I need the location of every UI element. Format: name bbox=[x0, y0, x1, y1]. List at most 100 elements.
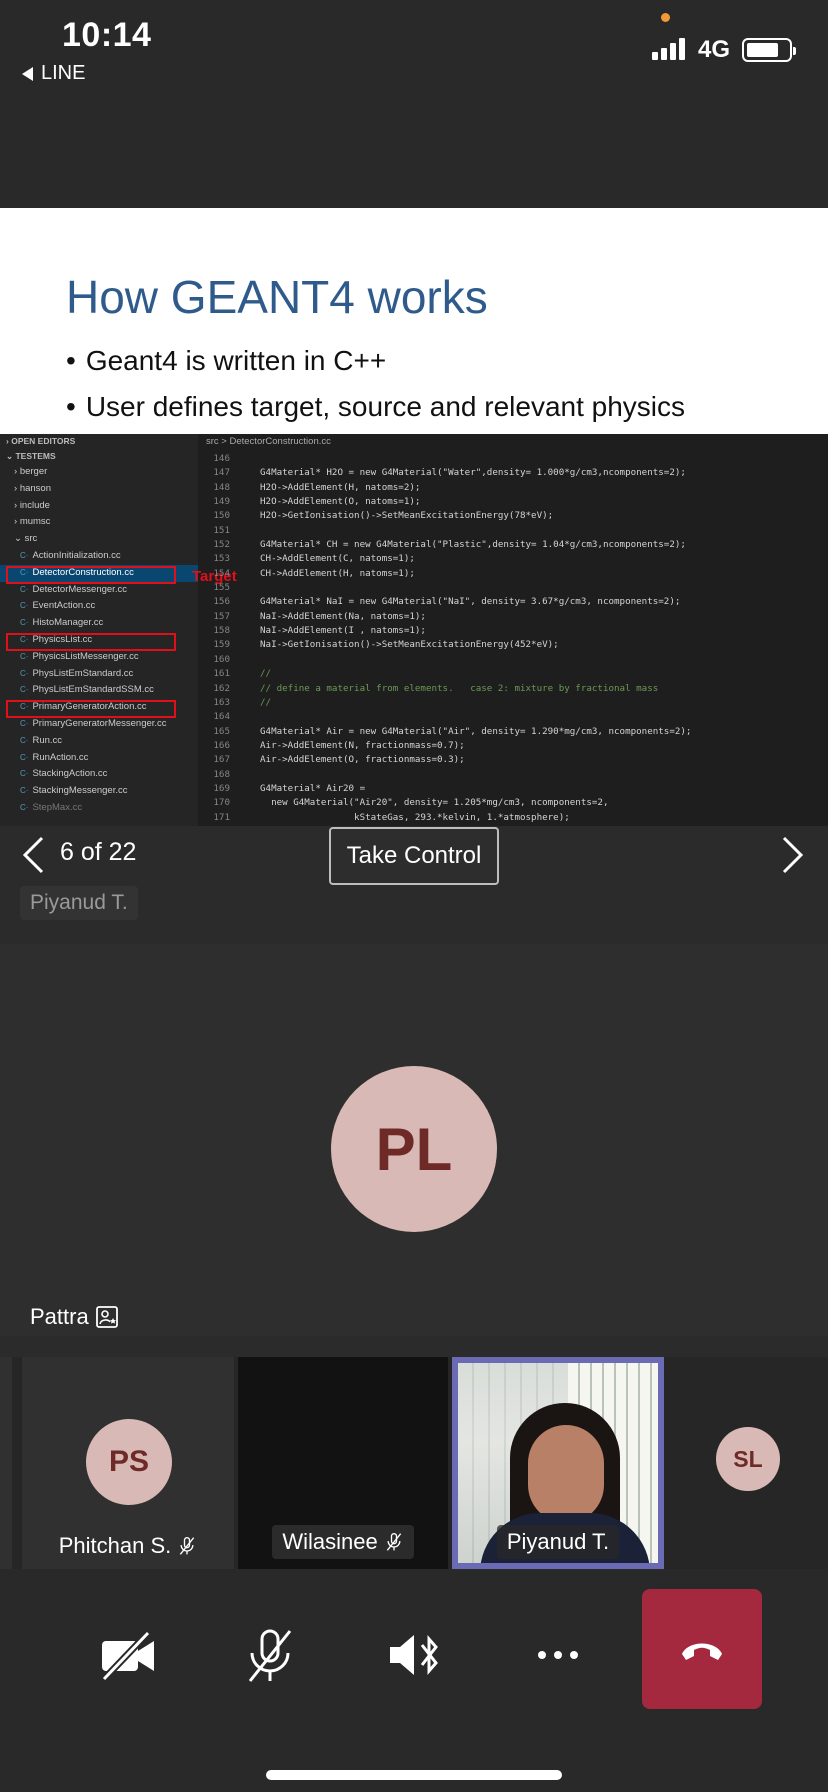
line-number: 167 bbox=[213, 754, 230, 766]
file-item: C· PrimaryGeneratorMessenger.cc bbox=[20, 717, 167, 729]
code-line: 169 G4Material* Air20 = bbox=[198, 782, 828, 796]
code-line: 168 bbox=[198, 768, 828, 782]
code-line: 161 // bbox=[198, 667, 828, 681]
line-number: 160 bbox=[213, 653, 230, 665]
participant-tile[interactable]: SL bbox=[668, 1357, 828, 1569]
folder-item: › mumsc bbox=[14, 516, 51, 528]
code-text: kStateGas, 293.*kelvin, 1.*atmosphere); bbox=[260, 811, 570, 823]
participant-tile[interactable]: Wilasinee bbox=[238, 1357, 448, 1569]
code-line: 151 bbox=[198, 524, 828, 538]
clock: 10:14 bbox=[62, 16, 152, 54]
line-number: 156 bbox=[213, 596, 230, 608]
line-number: 162 bbox=[213, 682, 230, 694]
avatar: SL bbox=[716, 1427, 780, 1491]
code-text: NaI->AddElement(I , natoms=1); bbox=[260, 625, 426, 637]
code-text: // define a material from elements. case… bbox=[260, 682, 659, 694]
code-line: 155 bbox=[198, 581, 828, 595]
code-view: 146 147 G4Material* H2O = new G4Material("… bbox=[198, 452, 828, 825]
line-number: 153 bbox=[213, 553, 230, 565]
line-number: 161 bbox=[213, 668, 230, 680]
code-line: 148 H2O->AddElement(H, natoms=2); bbox=[198, 481, 828, 495]
cellular-signal-icon bbox=[652, 38, 685, 60]
shared-slide: How GEANT4 works Geant4 is written in C+… bbox=[0, 208, 828, 434]
code-line: 147 G4Material* H2O = new G4Material("Wat… bbox=[198, 466, 828, 480]
line-number: 152 bbox=[213, 539, 230, 551]
home-indicator[interactable] bbox=[266, 1770, 562, 1780]
code-line: 150 H2O->GetIonisation()->SetMeanExcitati… bbox=[198, 509, 828, 523]
hangup-icon bbox=[682, 1643, 722, 1660]
code-line: 163 // bbox=[198, 696, 828, 710]
file-item: C· PhysicsListMessenger.cc bbox=[20, 650, 139, 662]
file-item: C· PhysListEmStandard.cc bbox=[20, 667, 134, 679]
back-to-app-link[interactable]: LINE bbox=[22, 62, 85, 85]
participant-tile-active[interactable]: Piyanud T. bbox=[452, 1357, 664, 1569]
line-number: 166 bbox=[213, 739, 230, 751]
file-item: C· Run.cc bbox=[20, 734, 63, 746]
line-number: 165 bbox=[213, 725, 230, 737]
code-line: 170 new G4Material("Air20", density= 1.2… bbox=[198, 796, 828, 810]
file-item: C· HistoManager.cc bbox=[20, 617, 104, 629]
file-item: C· StackingAction.cc bbox=[20, 768, 108, 780]
battery-icon bbox=[742, 38, 796, 62]
code-text: // bbox=[260, 696, 272, 708]
take-control-button[interactable]: Take Control bbox=[329, 827, 499, 885]
code-text: Air->AddElement(N, fractionmass=0.7); bbox=[260, 739, 465, 751]
file-item: C· RunAction.cc bbox=[20, 751, 89, 763]
participant-name: Piyanud T. bbox=[452, 1525, 664, 1559]
file-item: C· EventAction.cc bbox=[20, 600, 96, 612]
line-number: 164 bbox=[213, 711, 230, 723]
chevron-left-icon bbox=[22, 836, 44, 874]
code-line: 146 bbox=[198, 452, 828, 466]
camera-toggle-button[interactable] bbox=[98, 1625, 158, 1685]
participant-tile[interactable]: PS Phitchan S. bbox=[22, 1357, 234, 1569]
file-item: C· PhysicsList.cc bbox=[0, 632, 198, 651]
speaker-bluetooth-icon bbox=[390, 1635, 438, 1675]
audio-output-button[interactable] bbox=[384, 1625, 444, 1685]
code-line: 166 Air->AddElement(N, fractionmass=0.7); bbox=[198, 739, 828, 753]
code-line: 159 NaI->GetIonisation()->SetMeanExcitati… bbox=[198, 638, 828, 652]
line-number: 150 bbox=[213, 510, 230, 522]
network-type: 4G bbox=[698, 36, 731, 63]
line-number: 158 bbox=[213, 625, 230, 637]
line-number: 147 bbox=[213, 467, 230, 479]
code-line: 165 G4Material* Air = new G4Material("Air… bbox=[198, 725, 828, 739]
participant-name: Phitchan S. bbox=[22, 1533, 234, 1559]
back-arrow-icon bbox=[22, 66, 33, 81]
file-item: C· StepMax.cc bbox=[20, 801, 83, 813]
file-item: C· ActionInitialization.cc bbox=[20, 549, 121, 561]
code-line: 156 G4Material* NaI = new G4Material("NaI… bbox=[198, 595, 828, 609]
mic-off-icon bbox=[248, 1629, 292, 1682]
code-line: 158 NaI->AddElement(I , natoms=1); bbox=[198, 624, 828, 638]
file-item: C· PrimaryGeneratorAction.cc bbox=[0, 699, 198, 718]
code-text: Air->AddElement(O, fractionmass=0.3); bbox=[260, 754, 465, 766]
status-bar: 10:14 LINE 4G bbox=[0, 0, 828, 208]
mic-in-use-indicator bbox=[661, 13, 670, 22]
previous-slide-button[interactable] bbox=[22, 836, 44, 874]
line-number: 171 bbox=[213, 811, 230, 823]
code-text: CH->AddElement(H, natoms=1); bbox=[260, 567, 415, 579]
more-options-button[interactable] bbox=[528, 1625, 588, 1685]
main-participant-tile[interactable]: PL Pattra bbox=[0, 944, 828, 1336]
hang-up-button[interactable] bbox=[642, 1589, 762, 1709]
next-slide-button[interactable] bbox=[782, 836, 804, 874]
slide-title: How GEANT4 works bbox=[66, 271, 488, 323]
code-text: G4Material* Air20 = bbox=[260, 782, 366, 794]
folder-item: › berger bbox=[14, 466, 48, 477]
line-number: 155 bbox=[213, 582, 230, 594]
file-item: C· PhysListEmStandardSSM.cc bbox=[20, 684, 154, 696]
code-text: NaI->GetIonisation()->SetMeanExcitationE… bbox=[260, 639, 559, 651]
code-text: // bbox=[260, 668, 272, 680]
code-text: CH->AddElement(C, natoms=1); bbox=[260, 553, 415, 565]
avatar: PL bbox=[331, 1066, 497, 1232]
spotlight-icon bbox=[95, 1306, 118, 1328]
code-line: 153 CH->AddElement(C, natoms=1); bbox=[198, 552, 828, 566]
code-text: new G4Material("Air20", density= 1.205*m… bbox=[260, 797, 609, 809]
code-text: G4Material* H2O = new G4Material("Water"… bbox=[260, 467, 686, 479]
slide-page-count: 6 of 22 bbox=[60, 838, 137, 866]
mic-toggle-button[interactable] bbox=[240, 1625, 300, 1685]
open-editors-header: › OPEN EDITORS bbox=[6, 436, 76, 446]
participant-name: Pattra bbox=[30, 1304, 119, 1330]
call-controls bbox=[0, 1569, 828, 1792]
line-number: 149 bbox=[213, 496, 230, 508]
line-number: 154 bbox=[213, 567, 230, 579]
